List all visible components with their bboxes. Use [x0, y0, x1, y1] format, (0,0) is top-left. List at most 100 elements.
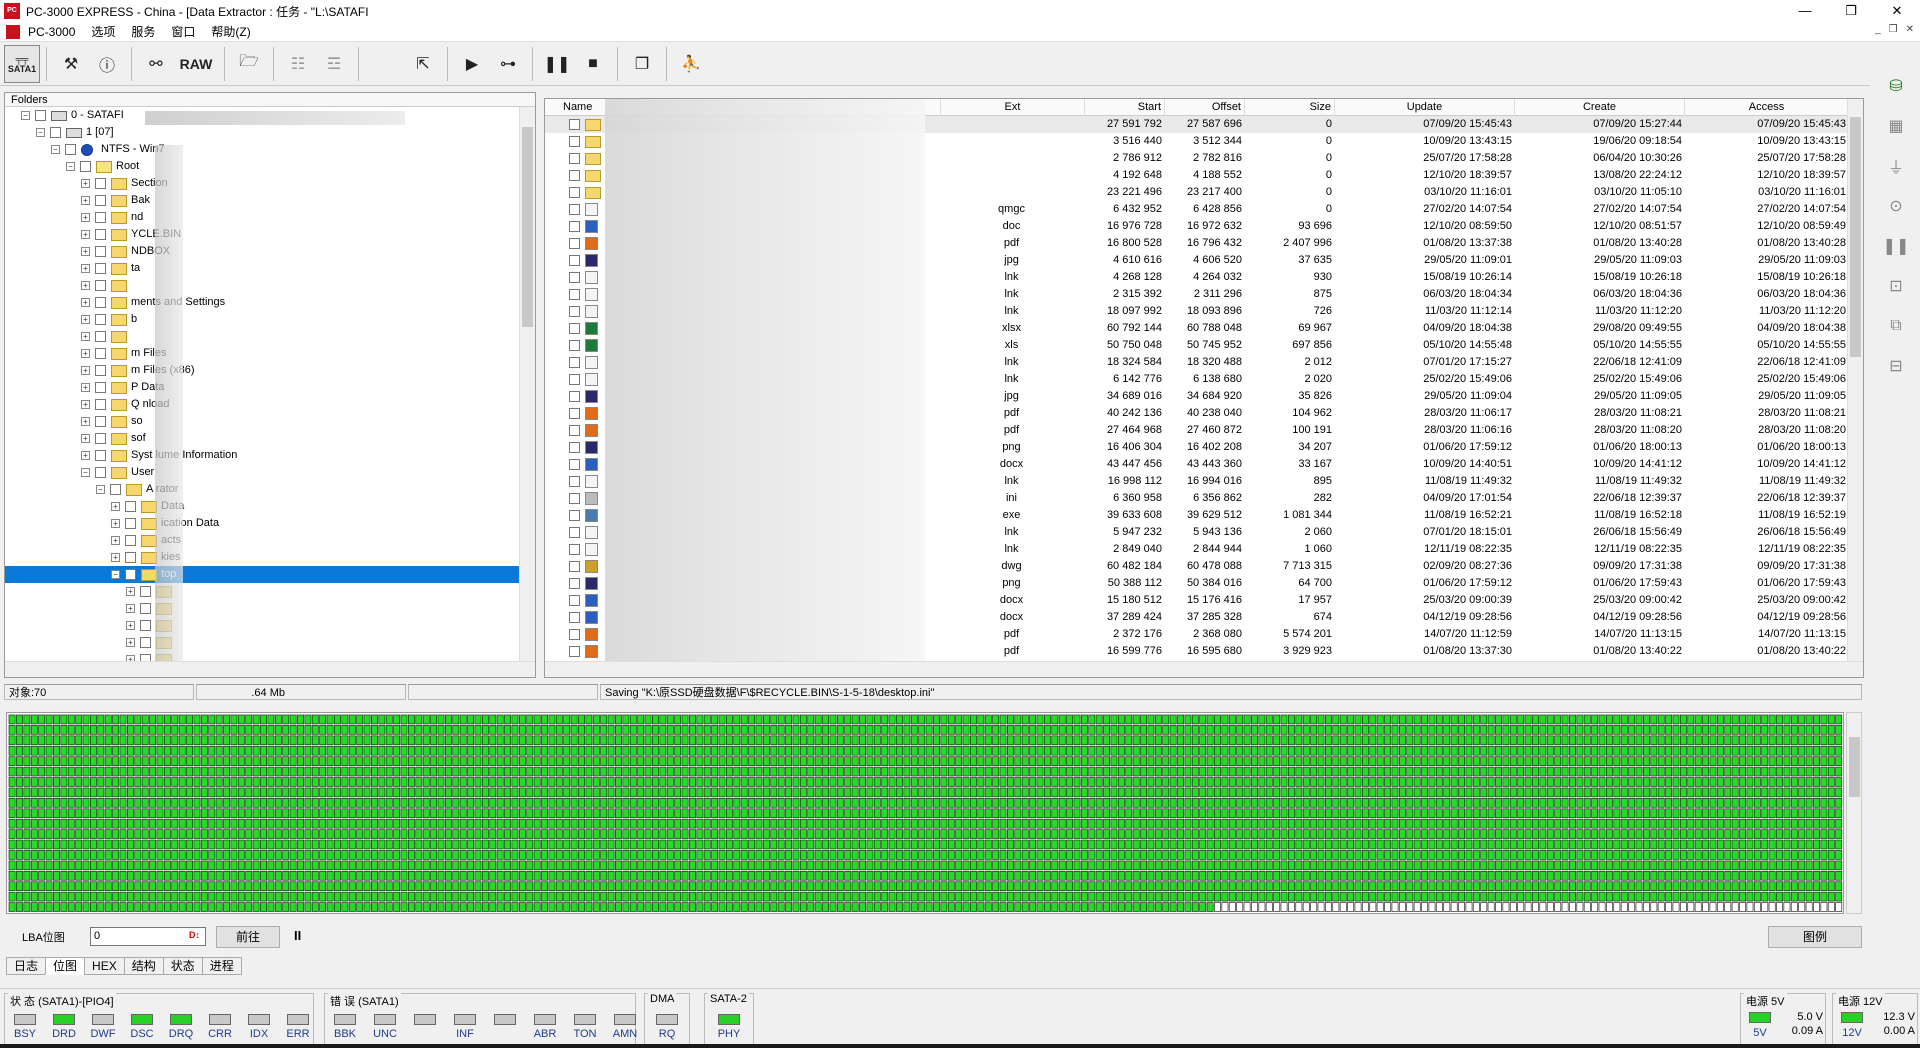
file-list-horizontal-scrollbar[interactable]	[545, 661, 1863, 677]
close-button[interactable]: ✕	[1874, 0, 1920, 22]
row-checkbox[interactable]	[569, 578, 580, 589]
expand-icon[interactable]: +	[81, 349, 90, 358]
row-checkbox[interactable]	[569, 510, 580, 521]
row-checkbox[interactable]	[569, 544, 580, 555]
row-checkbox[interactable]	[569, 646, 580, 657]
expand-icon[interactable]: +	[81, 400, 90, 409]
tree-checkbox[interactable]	[95, 195, 106, 206]
tree-checkbox[interactable]	[95, 416, 106, 427]
side-connect-button[interactable]: ⊡	[1878, 268, 1914, 304]
collapse-icon[interactable]: −	[21, 111, 30, 120]
expand-icon[interactable]: +	[81, 247, 90, 256]
search-button[interactable]: ⚯	[138, 45, 174, 83]
tree-row[interactable]: +folderSection	[5, 175, 519, 192]
tree-row[interactable]: −foldertop	[5, 566, 519, 583]
expand-icon[interactable]: +	[81, 383, 90, 392]
tree-checkbox[interactable]	[95, 365, 106, 376]
tree-checkbox[interactable]	[140, 586, 151, 597]
menu-service[interactable]: 服务	[123, 23, 163, 40]
expand-icon[interactable]: +	[126, 638, 135, 647]
tree-row[interactable]: +folder	[5, 328, 519, 345]
tree-checkbox[interactable]	[95, 467, 106, 478]
tree-view-button[interactable]: ☷	[280, 45, 316, 83]
menu-window[interactable]: 窗口	[163, 23, 203, 40]
collapse-icon[interactable]: −	[96, 485, 105, 494]
tree-row[interactable]: +folderication Data	[5, 515, 519, 532]
tree-checkbox[interactable]	[95, 297, 106, 308]
tree-checkbox[interactable]	[95, 450, 106, 461]
expand-icon[interactable]: +	[81, 332, 90, 341]
network-button[interactable]: ⊶	[490, 45, 526, 83]
tree-checkbox[interactable]	[95, 433, 106, 444]
row-checkbox[interactable]	[569, 357, 580, 368]
row-checkbox[interactable]	[569, 119, 580, 130]
expand-icon[interactable]: +	[81, 315, 90, 324]
row-checkbox[interactable]	[569, 442, 580, 453]
copy-windows-button[interactable]: ❐	[624, 45, 660, 83]
tree-row[interactable]: −folderA rator	[5, 481, 519, 498]
row-checkbox[interactable]	[569, 527, 580, 538]
tree-checkbox[interactable]	[95, 382, 106, 393]
expand-icon[interactable]: +	[81, 230, 90, 239]
tools-button[interactable]: ⚒	[53, 45, 89, 83]
tree-row[interactable]: +folder	[5, 600, 519, 617]
mdi-app-icon[interactable]	[6, 24, 20, 39]
row-checkbox[interactable]	[569, 136, 580, 147]
reset-button[interactable]: ▦	[1878, 108, 1914, 144]
row-checkbox[interactable]	[569, 595, 580, 606]
tree-row[interactable]: +folderkies	[5, 549, 519, 566]
tree-row[interactable]: +folder	[5, 651, 519, 661]
tree-checkbox[interactable]	[95, 280, 106, 291]
tree-checkbox[interactable]	[95, 263, 106, 274]
tree-row[interactable]: +folderQ nload	[5, 396, 519, 413]
row-checkbox[interactable]	[569, 408, 580, 419]
row-checkbox[interactable]	[569, 289, 580, 300]
tree-row[interactable]: +folder	[5, 634, 519, 651]
column-header-start[interactable]: Start	[1085, 99, 1165, 116]
expand-icon[interactable]: +	[81, 366, 90, 375]
row-checkbox[interactable]	[569, 374, 580, 385]
tree-checkbox[interactable]	[95, 229, 106, 240]
side-copy-button[interactable]: ⧉	[1878, 308, 1914, 344]
drive-power-button[interactable]: ⛁	[1878, 68, 1914, 104]
tree-checkbox[interactable]	[35, 110, 46, 121]
tree-checkbox[interactable]	[125, 569, 136, 580]
play-button[interactable]: ▶	[454, 45, 490, 83]
row-checkbox[interactable]	[569, 561, 580, 572]
info-button[interactable]: ⓘ	[89, 45, 125, 83]
tree-checkbox[interactable]	[95, 348, 106, 359]
open-folder-button[interactable]: 🗁	[231, 45, 267, 83]
tree-row[interactable]: +folder	[5, 277, 519, 294]
expand-icon[interactable]: +	[126, 604, 135, 613]
expand-icon[interactable]: +	[81, 179, 90, 188]
row-checkbox[interactable]	[569, 340, 580, 351]
tree-checkbox[interactable]	[95, 178, 106, 189]
column-header-create[interactable]: Create	[1515, 99, 1685, 116]
tree-row[interactable]: +folderm Files	[5, 345, 519, 362]
collapse-icon[interactable]: −	[51, 145, 60, 154]
expand-icon[interactable]: +	[81, 264, 90, 273]
expand-icon[interactable]: +	[111, 553, 120, 562]
menu-options[interactable]: 选项	[83, 23, 123, 40]
expand-icon[interactable]: +	[126, 587, 135, 596]
tree-checkbox[interactable]	[80, 161, 91, 172]
row-checkbox[interactable]	[569, 459, 580, 470]
tree-row[interactable]: −drive1 [07]	[5, 124, 519, 141]
side-pause-button[interactable]: ❚❚	[1878, 228, 1914, 264]
tree-row[interactable]: +folderYCLE.BIN	[5, 226, 519, 243]
row-checkbox[interactable]	[569, 153, 580, 164]
raw-button[interactable]: RAW	[174, 45, 218, 83]
row-checkbox[interactable]	[569, 170, 580, 181]
tree-horizontal-scrollbar[interactable]	[5, 661, 535, 677]
file-list-vertical-scrollbar[interactable]	[1847, 99, 1863, 661]
scroll-thumb[interactable]	[522, 127, 533, 327]
expand-icon[interactable]: +	[81, 281, 90, 290]
collapse-icon[interactable]: −	[81, 468, 90, 477]
tree-row[interactable]: +foldernd	[5, 209, 519, 226]
collapse-icon[interactable]: −	[66, 162, 75, 171]
tree-checkbox[interactable]	[125, 501, 136, 512]
tree-row[interactable]: +folderm Files (x86)	[5, 362, 519, 379]
tree-row[interactable]: +foldersof	[5, 430, 519, 447]
lba-bitmap[interactable]	[6, 712, 1844, 914]
menu-help[interactable]: 帮助(Z)	[203, 23, 258, 40]
